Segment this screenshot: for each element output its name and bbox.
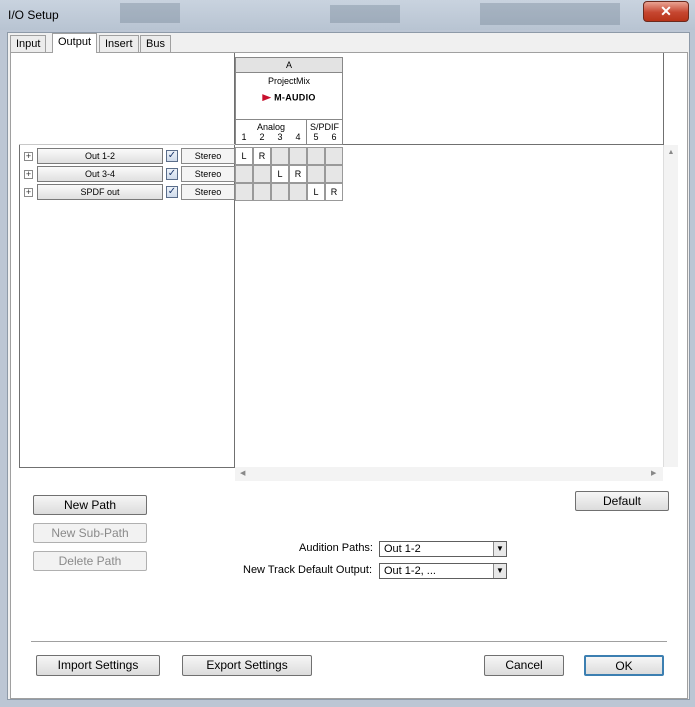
- default-button[interactable]: Default: [575, 491, 669, 511]
- tab-insert[interactable]: Insert: [99, 35, 139, 53]
- chevron-down-icon[interactable]: ▼: [493, 542, 506, 556]
- path-name-button[interactable]: Out 3-4: [37, 166, 163, 182]
- channel-number: 5: [313, 132, 319, 142]
- channel-number: 2: [259, 132, 265, 142]
- header-right-divider: [663, 53, 664, 145]
- routing-cell[interactable]: L: [307, 183, 325, 201]
- routing-cell[interactable]: [289, 147, 307, 165]
- routing-cell[interactable]: [325, 147, 343, 165]
- cancel-button[interactable]: Cancel: [484, 655, 564, 676]
- expand-plus-icon[interactable]: +: [24, 188, 33, 197]
- channel-number: 3: [277, 132, 283, 142]
- channel-number: 1: [241, 132, 247, 142]
- routing-cell[interactable]: [307, 147, 325, 165]
- routing-cell[interactable]: [253, 165, 271, 183]
- path-format: Stereo: [181, 166, 235, 182]
- new-path-button[interactable]: New Path: [33, 495, 147, 515]
- new-track-default-output-select[interactable]: Out 1-2, ... ▼: [379, 563, 507, 579]
- routing-cell[interactable]: [289, 183, 307, 201]
- audition-paths-select[interactable]: Out 1-2 ▼: [379, 541, 507, 557]
- import-settings-button[interactable]: Import Settings: [36, 655, 160, 676]
- horizontal-scrollbar[interactable]: ◀ ▶: [235, 467, 663, 481]
- window-title: I/O Setup: [8, 8, 59, 22]
- tab-output[interactable]: Output: [52, 33, 98, 53]
- export-settings-button[interactable]: Export Settings: [182, 655, 312, 676]
- routing-cell[interactable]: [235, 165, 253, 183]
- bottom-separator: [31, 641, 667, 645]
- chevron-down-icon[interactable]: ▼: [493, 564, 506, 578]
- channel-number: 4: [295, 132, 301, 142]
- delete-path-button[interactable]: Delete Path: [33, 551, 147, 571]
- paths-top-border: [19, 144, 235, 145]
- dialog-body: Input Output Insert Bus A ProjectMix M-A…: [7, 32, 690, 700]
- close-button[interactable]: ✕: [643, 1, 689, 22]
- new-track-default-output-label: New Track Default Output:: [243, 564, 372, 576]
- path-active-checkbox[interactable]: ✓: [166, 186, 178, 198]
- path-name-button[interactable]: SPDF out: [37, 184, 163, 200]
- path-format: Stereo: [181, 148, 235, 164]
- tab-input[interactable]: Input: [10, 35, 47, 53]
- routing-cell[interactable]: [307, 165, 325, 183]
- paths-left-border: [19, 145, 20, 468]
- routing-cell[interactable]: [271, 147, 289, 165]
- brand-logo: M-AUDIO: [236, 92, 342, 103]
- new-track-default-output-value: Out 1-2, ...: [384, 565, 436, 577]
- expand-plus-icon[interactable]: +: [24, 152, 33, 161]
- path-active-checkbox[interactable]: ✓: [166, 150, 178, 162]
- device-header: ProjectMix M-AUDIO: [235, 72, 343, 120]
- device-name: ProjectMix: [267, 76, 310, 86]
- routing-cell[interactable]: [235, 183, 253, 201]
- title-bar[interactable]: I/O Setup ✕: [0, 0, 695, 30]
- m-audio-logo-icon: [262, 94, 272, 102]
- io-setup-window: I/O Setup ✕ Input Output Insert Bus A Pr…: [0, 0, 695, 707]
- ok-button[interactable]: OK: [584, 655, 664, 676]
- scroll-up-icon[interactable]: ▲: [664, 149, 678, 156]
- new-sub-path-button[interactable]: New Sub-Path: [33, 523, 147, 543]
- audition-paths-value: Out 1-2: [384, 543, 421, 555]
- scroll-left-icon[interactable]: ◀: [240, 469, 245, 477]
- routing-cell[interactable]: [325, 165, 343, 183]
- audition-paths-label: Audition Paths:: [299, 542, 373, 554]
- channel-number: 6: [331, 132, 337, 142]
- scroll-right-icon[interactable]: ▶: [651, 469, 656, 477]
- path-active-checkbox[interactable]: ✓: [166, 168, 178, 180]
- routing-cell[interactable]: R: [253, 147, 271, 165]
- output-tab-panel: A ProjectMix M-AUDIO Analog S/PDIF 1 2 3 4 5…: [10, 52, 688, 699]
- path-name-button[interactable]: Out 1-2: [37, 148, 163, 164]
- routing-cell[interactable]: [253, 183, 271, 201]
- expand-plus-icon[interactable]: +: [24, 170, 33, 179]
- path-format: Stereo: [181, 184, 235, 200]
- spdif-label: S/PDIF: [309, 122, 339, 132]
- tab-bus[interactable]: Bus: [140, 35, 171, 53]
- routing-cell[interactable]: L: [235, 147, 253, 165]
- analog-label: Analog: [256, 122, 286, 132]
- routing-cell[interactable]: L: [271, 165, 289, 183]
- routing-cell[interactable]: R: [325, 183, 343, 201]
- group-header[interactable]: A: [235, 57, 343, 73]
- routing-cell[interactable]: R: [289, 165, 307, 183]
- vertical-scrollbar[interactable]: ▲: [663, 145, 678, 467]
- paths-bottom-border: [19, 467, 235, 468]
- routing-cell[interactable]: [271, 183, 289, 201]
